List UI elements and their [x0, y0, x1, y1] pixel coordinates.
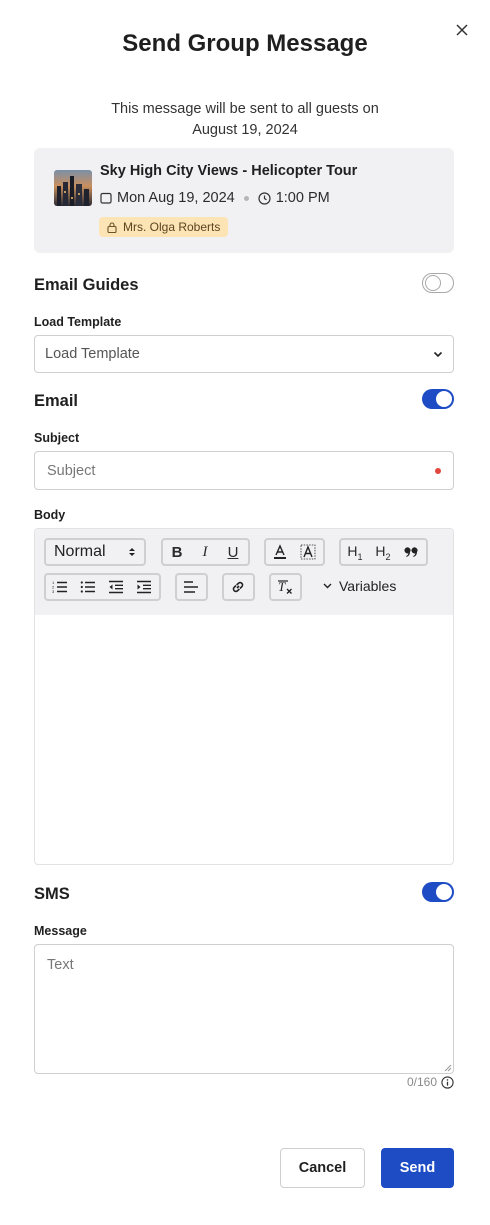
cancel-button[interactable]: Cancel — [280, 1148, 365, 1188]
email-label: Email — [34, 392, 79, 410]
h1-label: H1 — [347, 542, 363, 562]
body-editor[interactable]: Normal B I U H1 H2 1 2 3 T Variables — [34, 528, 454, 865]
clear-format-icon: T — [278, 579, 292, 594]
intro-line-2: August 19, 2024 — [192, 122, 298, 138]
event-date: Mon Aug 19, 2024 — [117, 190, 235, 206]
align-button[interactable] — [177, 575, 205, 599]
ordered-list-button[interactable]: 123 — [46, 575, 74, 599]
toggle-knob — [436, 884, 452, 900]
info-icon[interactable] — [441, 1075, 454, 1089]
subject-label: Subject — [34, 431, 80, 445]
list-group: 123 — [44, 573, 161, 601]
variables-label: Variables — [339, 578, 397, 594]
link-button[interactable] — [224, 575, 252, 599]
guide-name: Mrs. Olga Roberts — [123, 220, 221, 234]
email-guides-toggle[interactable] — [422, 273, 454, 293]
resize-handle-icon[interactable] — [444, 1064, 452, 1072]
event-time: 1:00 PM — [275, 190, 330, 206]
format-select-value: Normal — [54, 543, 106, 560]
italic-button[interactable]: I — [191, 540, 219, 564]
outdent-icon — [109, 580, 123, 594]
email-guides-label: Email Guides — [34, 276, 139, 294]
h2-label: H2 — [375, 542, 391, 562]
chevron-down-icon — [433, 351, 443, 357]
ordered-list-icon: 123 — [52, 580, 67, 594]
editor-toolbar: Normal B I U H1 H2 1 2 3 T Variables — [35, 529, 453, 615]
intro-line-1: This message will be sent to all guests … — [111, 101, 379, 117]
blockquote-button[interactable] — [397, 540, 425, 564]
lock-icon — [107, 221, 117, 233]
outdent-button[interactable] — [102, 575, 130, 599]
message-label: Message — [34, 924, 87, 938]
indent-button[interactable] — [130, 575, 158, 599]
text-color-icon — [274, 544, 286, 559]
indent-icon — [137, 580, 151, 594]
text-style-group: B I U — [161, 538, 250, 566]
clock-icon — [258, 191, 271, 205]
svg-text:3: 3 — [52, 589, 55, 594]
format-select-group: Normal — [44, 538, 146, 566]
counter-value: 0/160 — [406, 1075, 437, 1089]
load-template-value: Load Template — [45, 346, 140, 362]
clear-format-button[interactable]: T — [271, 575, 299, 599]
toggle-knob — [424, 274, 441, 291]
bullet-list-button[interactable] — [74, 575, 102, 599]
sms-label: SMS — [34, 885, 70, 903]
quote-icon — [404, 547, 418, 557]
calendar-icon — [100, 192, 112, 204]
subject-input[interactable]: Subject — [34, 451, 454, 490]
subject-placeholder: Subject — [47, 462, 96, 479]
variables-dropdown[interactable]: Variables — [323, 578, 396, 594]
link-group — [222, 573, 255, 601]
bullet-list-icon — [80, 581, 95, 593]
email-toggle[interactable] — [422, 389, 454, 409]
dialog-intro: This message will be sent to all guests … — [60, 99, 430, 141]
event-thumbnail — [54, 170, 92, 206]
event-card: Sky High City Views - Helicopter Tour Mo… — [34, 148, 454, 253]
text-color-button[interactable] — [266, 540, 294, 564]
align-left-icon — [184, 581, 198, 593]
heading-group: H1 H2 — [339, 538, 428, 566]
select-arrows-icon — [129, 548, 135, 556]
h1-button[interactable]: H1 — [341, 540, 369, 564]
underline-button[interactable]: U — [219, 540, 247, 564]
body-label: Body — [34, 508, 66, 522]
message-placeholder: Text — [47, 957, 74, 973]
clear-format-group: T — [269, 573, 302, 601]
color-group — [264, 538, 325, 566]
character-counter: 0/160 — [407, 1075, 454, 1089]
align-group — [175, 573, 208, 601]
guide-badge: Mrs. Olga Roberts — [99, 217, 229, 237]
event-meta: Mon Aug 19, 2024 1:00 PM — [100, 190, 330, 206]
sms-toggle[interactable] — [422, 882, 454, 902]
event-name: Sky High City Views - Helicopter Tour — [100, 163, 358, 179]
load-template-label: Load Template — [34, 315, 122, 329]
required-indicator — [435, 467, 441, 474]
background-color-button[interactable] — [294, 540, 322, 564]
h2-button[interactable]: H2 — [369, 540, 397, 564]
separator-dot — [243, 195, 249, 201]
background-color-icon — [300, 544, 316, 560]
load-template-select[interactable]: Load Template — [34, 335, 454, 373]
link-icon — [232, 581, 244, 593]
format-select[interactable]: Normal — [46, 543, 144, 561]
chevron-down-icon — [323, 583, 332, 589]
send-button[interactable]: Send — [381, 1148, 454, 1188]
bold-button[interactable]: B — [163, 540, 191, 564]
dialog-title: Send Group Message — [122, 30, 368, 57]
message-textarea[interactable]: Text — [34, 944, 454, 1074]
toggle-knob — [436, 391, 452, 407]
